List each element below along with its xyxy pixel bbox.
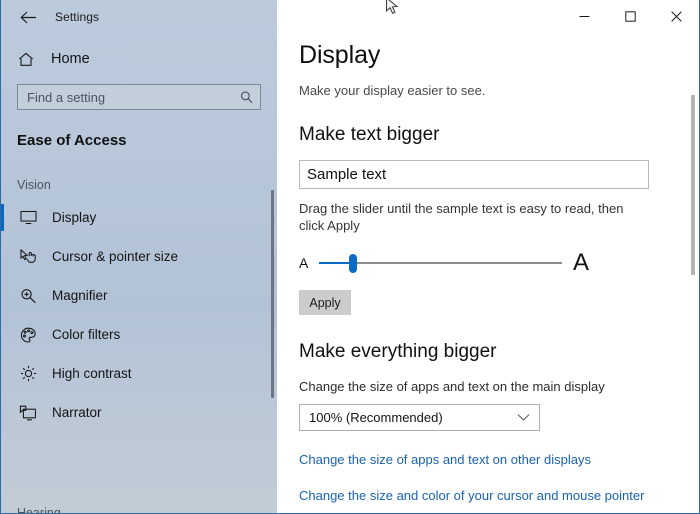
link-cursor-pointer[interactable]: Change the size and color of your cursor… <box>299 488 699 503</box>
sidebar-item-magnifier[interactable]: Magnifier <box>1 276 277 315</box>
scale-field-label: Change the size of apps and text on the … <box>299 379 605 395</box>
sidebar-item-high-contrast-label: High contrast <box>52 366 132 381</box>
slider-helper-text: Drag the slider until the sample text is… <box>299 201 624 234</box>
chevron-down-icon[interactable] <box>517 413 530 422</box>
monitor-icon <box>17 210 39 225</box>
page-title: Display <box>299 41 381 69</box>
close-icon[interactable] <box>653 0 699 32</box>
home-icon <box>15 52 37 67</box>
back-arrow-icon[interactable] <box>13 2 43 32</box>
search-box[interactable] <box>17 84 261 110</box>
slider-max-label: A <box>572 249 589 277</box>
slider-track-remaining <box>351 262 562 265</box>
sidebar-group-label-hearing: Hearing <box>17 506 61 514</box>
magnifier-icon <box>17 288 39 304</box>
brightness-icon <box>17 365 39 382</box>
sidebar-item-home[interactable]: Home <box>1 44 277 74</box>
sample-text-box: Sample text <box>299 160 649 189</box>
narrator-icon <box>17 405 39 421</box>
sidebar-item-cursor-pointer-size[interactable]: Cursor & pointer size <box>1 237 277 276</box>
page-subtitle: Make your display easier to see. <box>299 83 486 98</box>
sidebar-item-narrator[interactable]: Narrator <box>1 393 277 432</box>
titlebar: Settings <box>1 0 277 34</box>
sidebar-section-title: Ease of Access <box>17 132 127 149</box>
slider-track-fill <box>319 262 352 265</box>
sample-text: Sample text <box>307 166 387 183</box>
apply-button[interactable]: Apply <box>299 290 351 316</box>
scale-dropdown[interactable]: 100% (Recommended) <box>299 404 540 432</box>
search-input[interactable] <box>18 84 229 110</box>
sidebar-item-display[interactable]: Display <box>1 198 277 237</box>
sidebar-item-color-filters-label: Color filters <box>52 327 121 342</box>
slider-min-label: A <box>299 255 309 272</box>
search-icon[interactable] <box>240 91 253 104</box>
slider-track[interactable] <box>319 253 562 273</box>
sidebar-scrollbar[interactable] <box>271 190 274 398</box>
link-other-displays[interactable]: Change the size of apps and text on othe… <box>299 452 699 467</box>
sidebar-nav-list: Display Cursor & pointer size Magnifier … <box>1 198 277 432</box>
make-text-bigger-heading: Make text bigger <box>299 124 440 145</box>
sidebar-item-magnifier-label: Magnifier <box>52 288 108 303</box>
sidebar: Settings Home Ease of Access Vision <box>1 0 277 514</box>
maximize-icon[interactable] <box>607 0 653 32</box>
text-size-slider[interactable]: A A <box>299 249 589 277</box>
scale-dropdown-value: 100% (Recommended) <box>309 410 443 426</box>
sidebar-item-cursor-pointer-size-label: Cursor & pointer size <box>52 249 179 264</box>
sidebar-item-home-label: Home <box>51 51 90 67</box>
make-everything-bigger-heading: Make everything bigger <box>299 341 497 363</box>
settings-window: Settings Home Ease of Access Vision <box>0 0 700 514</box>
color-palette-icon <box>17 327 39 343</box>
sidebar-group-label-vision: Vision <box>17 178 51 192</box>
minimize-icon[interactable] <box>561 0 607 32</box>
content-body: Display Make your display easier to see.… <box>277 41 699 503</box>
sidebar-item-color-filters[interactable]: Color filters <box>1 315 277 354</box>
sidebar-item-high-contrast[interactable]: High contrast <box>1 354 277 393</box>
sidebar-item-display-label: Display <box>52 210 97 225</box>
main-content: Display Make your display easier to see.… <box>277 0 699 513</box>
main-scrollbar[interactable] <box>691 95 695 275</box>
slider-thumb[interactable] <box>349 253 358 273</box>
cursor-pointer-icon <box>17 248 39 265</box>
sidebar-item-narrator-label: Narrator <box>52 405 102 420</box>
window-title: Settings <box>55 10 100 24</box>
window-controls <box>561 0 699 32</box>
